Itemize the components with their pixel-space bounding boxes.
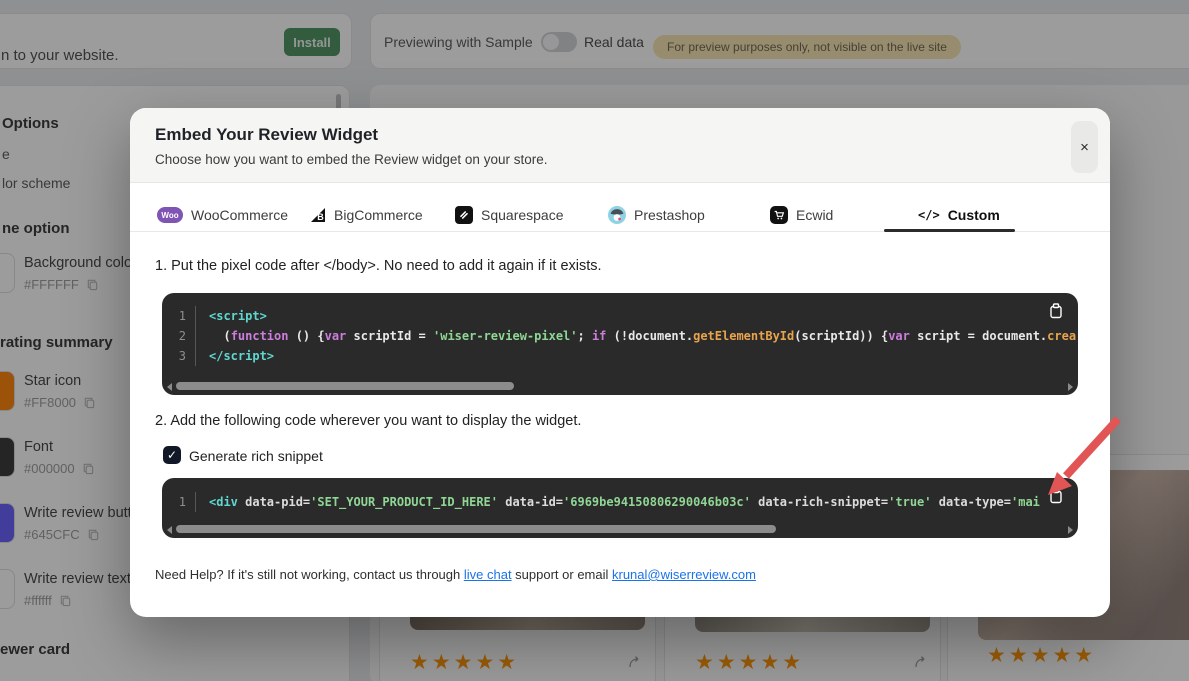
red-pointer-arrow <box>1020 413 1130 508</box>
modal-title: Embed Your Review Widget <box>155 125 378 145</box>
squarespace-logo-icon <box>455 206 473 224</box>
rich-snippet-checkbox[interactable]: ✓ <box>163 446 181 464</box>
modal-header <box>130 108 1110 183</box>
widget-code-block[interactable]: 1 <div data-pid='SET_YOUR_PRODUCT_ID_HER… <box>162 478 1078 538</box>
embed-widget-modal: Embed Your Review Widget Choose how you … <box>130 108 1110 617</box>
help-text: Need Help? If it's still not working, co… <box>155 567 756 582</box>
app-screen: n to your website. Install Previewing wi… <box>0 0 1189 681</box>
pixel-code-block[interactable]: 1 <script> 2 (function () {var scriptId … <box>162 293 1078 395</box>
copy-code-button[interactable] <box>1047 302 1065 320</box>
code-icon: </> <box>918 208 940 222</box>
tab-label: Ecwid <box>796 207 833 223</box>
code-line: 2 (function () {var scriptId = 'wiser-re… <box>162 326 1078 346</box>
tab-label: WooCommerce <box>191 207 288 223</box>
line-number: 3 <box>162 346 196 366</box>
tab-woocommerce[interactable]: Woo WooCommerce <box>157 204 288 226</box>
rich-snippet-label: Generate rich snippet <box>189 448 323 464</box>
tab-custom[interactable]: </> Custom <box>918 204 1000 226</box>
scroll-right-arrow-icon[interactable] <box>1068 526 1073 534</box>
line-number: 1 <box>162 306 196 326</box>
code-line: 3 </script> <box>162 346 1078 366</box>
scrollbar-thumb[interactable] <box>176 382 514 390</box>
tab-prestashop[interactable]: Prestashop <box>608 204 705 226</box>
step-1-instruction: 1. Put the pixel code after </body>. No … <box>155 258 602 274</box>
tab-label: Custom <box>948 207 1000 223</box>
modal-subtitle: Choose how you want to embed the Review … <box>155 152 547 167</box>
scroll-left-arrow-icon[interactable] <box>167 526 172 534</box>
scrollbar-thumb[interactable] <box>176 525 776 533</box>
svg-text:B: B <box>317 212 324 222</box>
code-line: 1 <script> <box>162 293 1078 326</box>
tab-ecwid[interactable]: Ecwid <box>770 204 833 226</box>
bigcommerce-logo-icon: B <box>310 207 326 223</box>
live-chat-link[interactable]: live chat <box>464 567 512 582</box>
scroll-right-arrow-icon[interactable] <box>1068 383 1073 391</box>
scroll-left-arrow-icon[interactable] <box>167 383 172 391</box>
step-2-instruction: 2. Add the following code wherever you w… <box>155 413 581 429</box>
horizontal-scrollbar <box>162 380 1078 393</box>
tab-bigcommerce[interactable]: B BigCommerce <box>310 204 423 226</box>
tab-label: Prestashop <box>634 207 705 223</box>
line-number: 2 <box>162 326 196 346</box>
woocommerce-logo-icon: Woo <box>157 207 183 223</box>
line-number: 1 <box>162 492 196 512</box>
tab-squarespace[interactable]: Squarespace <box>455 204 564 226</box>
ecwid-logo-icon <box>770 206 788 224</box>
prestashop-logo-icon <box>608 206 626 224</box>
checkmark-icon: ✓ <box>167 448 177 462</box>
horizontal-scrollbar <box>162 523 1078 536</box>
close-button[interactable]: × <box>1071 121 1098 173</box>
active-tab-underline <box>884 229 1015 232</box>
tab-label: Squarespace <box>481 207 564 223</box>
tab-label: BigCommerce <box>334 207 423 223</box>
code-line: 1 <div data-pid='SET_YOUR_PRODUCT_ID_HER… <box>162 478 1078 512</box>
email-link[interactable]: krunal@wiserreview.com <box>612 567 756 582</box>
close-icon: × <box>1080 139 1089 156</box>
